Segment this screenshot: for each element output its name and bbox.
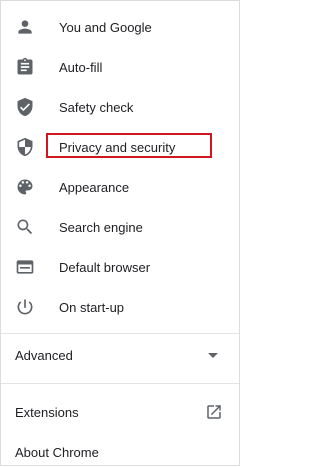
menu-item-label: You and Google <box>59 19 152 35</box>
extensions-label: Extensions <box>15 405 79 420</box>
menu-item-label: Safety check <box>59 99 134 115</box>
extensions-link[interactable]: Extensions <box>1 397 239 427</box>
menu-item-you-and-google[interactable]: You and Google <box>1 7 239 47</box>
menu-item-label: Privacy and security <box>59 139 176 155</box>
menu-item-search-engine[interactable]: Search engine <box>1 207 239 247</box>
about-chrome-label: About Chrome <box>15 445 99 460</box>
menu-item-label: Appearance <box>59 179 130 195</box>
search-icon <box>15 217 35 237</box>
menu-item-label: Default browser <box>59 259 151 275</box>
settings-side-menu: You and Google Auto-fill Safety check Pr… <box>0 0 240 466</box>
advanced-toggle[interactable]: Advanced <box>1 339 239 371</box>
browser-window-icon <box>15 257 35 277</box>
clipboard-icon <box>15 57 35 77</box>
advanced-label: Advanced <box>15 348 73 363</box>
menu-item-label: Auto-fill <box>59 59 103 75</box>
open-in-new-icon[interactable] <box>205 403 223 421</box>
menu-item-safety-check[interactable]: Safety check <box>1 87 239 127</box>
menu-item-label: Search engine <box>59 219 143 235</box>
menu-item-on-start-up[interactable]: On start-up <box>1 287 239 327</box>
about-chrome-link[interactable]: About Chrome <box>1 437 239 467</box>
menu-item-default-browser[interactable]: Default browser <box>1 247 239 287</box>
divider <box>1 383 239 384</box>
palette-icon <box>15 177 35 197</box>
caret-down-icon <box>208 353 218 358</box>
menu-item-autofill[interactable]: Auto-fill <box>1 47 239 87</box>
menu-item-privacy-and-security[interactable]: Privacy and security <box>1 127 239 167</box>
person-icon <box>15 17 35 37</box>
shield-check-icon <box>15 97 35 117</box>
divider <box>1 333 239 334</box>
menu-item-appearance[interactable]: Appearance <box>1 167 239 207</box>
power-icon <box>15 297 35 317</box>
shield-half-icon <box>15 137 35 157</box>
menu-item-label: On start-up <box>59 299 125 315</box>
